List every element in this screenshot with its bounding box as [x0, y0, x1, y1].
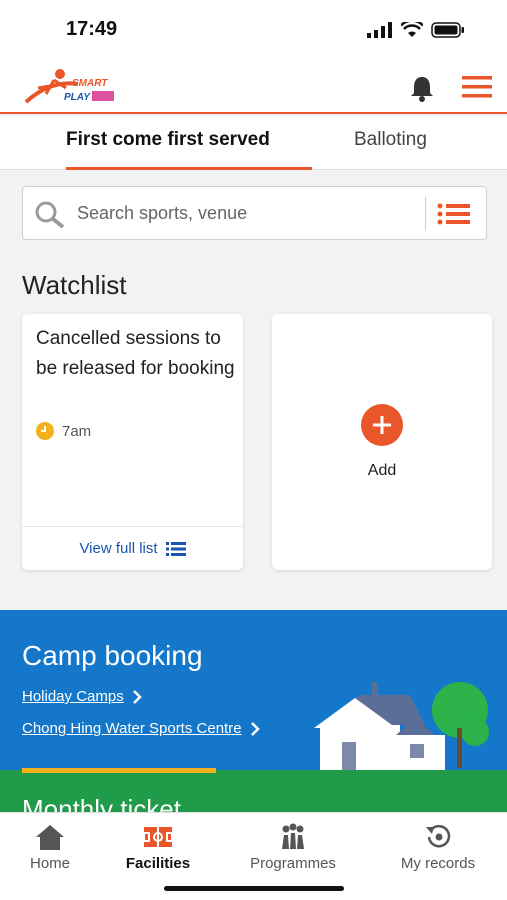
- nav-programmes-label: Programmes: [250, 855, 336, 872]
- wifi-icon: [401, 22, 423, 37]
- status-time: 17:49: [66, 18, 118, 40]
- nav-home-label: Home: [29, 855, 70, 872]
- add-icon[interactable]: [361, 404, 403, 446]
- chong-hing-label: Chong Hing Water Sports Centre: [22, 720, 242, 737]
- add-watchlist-card[interactable]: Add: [272, 314, 492, 570]
- chevron-right-icon: [250, 721, 260, 736]
- nav-my-records[interactable]: My records: [390, 823, 486, 872]
- tab-balloting[interactable]: Balloting: [354, 116, 427, 170]
- add-label: Add: [367, 462, 397, 479]
- home-indicator: [164, 886, 344, 891]
- svg-text:SMART: SMART: [72, 78, 108, 89]
- watchlist-card-time: 7am: [62, 422, 92, 440]
- status-bar: 17:49: [0, 0, 507, 58]
- status-icons: [367, 22, 465, 38]
- chevron-right-icon: [132, 689, 142, 704]
- search-icon: [35, 201, 65, 229]
- house-illustration: [314, 682, 489, 775]
- watchlist-card-time-row: 7am: [36, 422, 91, 440]
- nav-facilities-label: Facilities: [125, 855, 191, 872]
- list-filter-icon[interactable]: [437, 203, 471, 225]
- notification-bell-icon[interactable]: [408, 74, 436, 102]
- search-divider: [425, 197, 426, 231]
- chong-hing-link[interactable]: Chong Hing Water Sports Centre: [22, 720, 260, 737]
- home-icon: [36, 825, 64, 850]
- programmes-icon: [282, 823, 304, 849]
- holiday-camps-link[interactable]: Holiday Camps: [22, 688, 142, 705]
- camp-booking-banner: Camp booking Holiday Camps Chong Hing Wa…: [0, 610, 507, 815]
- app-header: SMART PLAY: [0, 58, 507, 114]
- holiday-camps-label: Holiday Camps: [22, 688, 124, 705]
- records-icon: [426, 824, 451, 848]
- watchlist-card-text: Cancelled sessions to be released for bo…: [36, 328, 235, 379]
- facilities-icon: [143, 827, 173, 847]
- nav-facilities[interactable]: Facilities: [118, 823, 198, 872]
- list-icon: [165, 541, 186, 556]
- watchlist-card[interactable]: Cancelled sessions to be released for bo…: [22, 314, 243, 570]
- watchlist-title: Watchlist: [22, 270, 127, 300]
- search-bar[interactable]: Search sports, venue: [22, 186, 487, 240]
- clock-icon: [36, 422, 54, 440]
- booking-tabs: First come first served Balloting: [0, 116, 507, 170]
- banner-progress-bar: [22, 768, 216, 773]
- search-input[interactable]: Search sports, venue: [77, 203, 247, 224]
- nav-programmes[interactable]: Programmes: [238, 823, 348, 872]
- menu-icon[interactable]: [462, 76, 492, 98]
- signal-icon: [367, 22, 392, 38]
- battery-icon: [431, 22, 464, 38]
- camp-booking-title: Camp booking: [22, 640, 203, 671]
- view-full-list-label: View full list: [79, 540, 158, 557]
- tab-first-come-first-served[interactable]: First come first served: [66, 116, 312, 170]
- nav-home[interactable]: Home: [20, 823, 80, 872]
- view-full-list-link[interactable]: View full list: [22, 526, 243, 570]
- smartplay-logo[interactable]: SMART PLAY: [20, 66, 120, 106]
- nav-my-records-label: My records: [400, 855, 476, 872]
- svg-text:PLAY: PLAY: [64, 92, 91, 103]
